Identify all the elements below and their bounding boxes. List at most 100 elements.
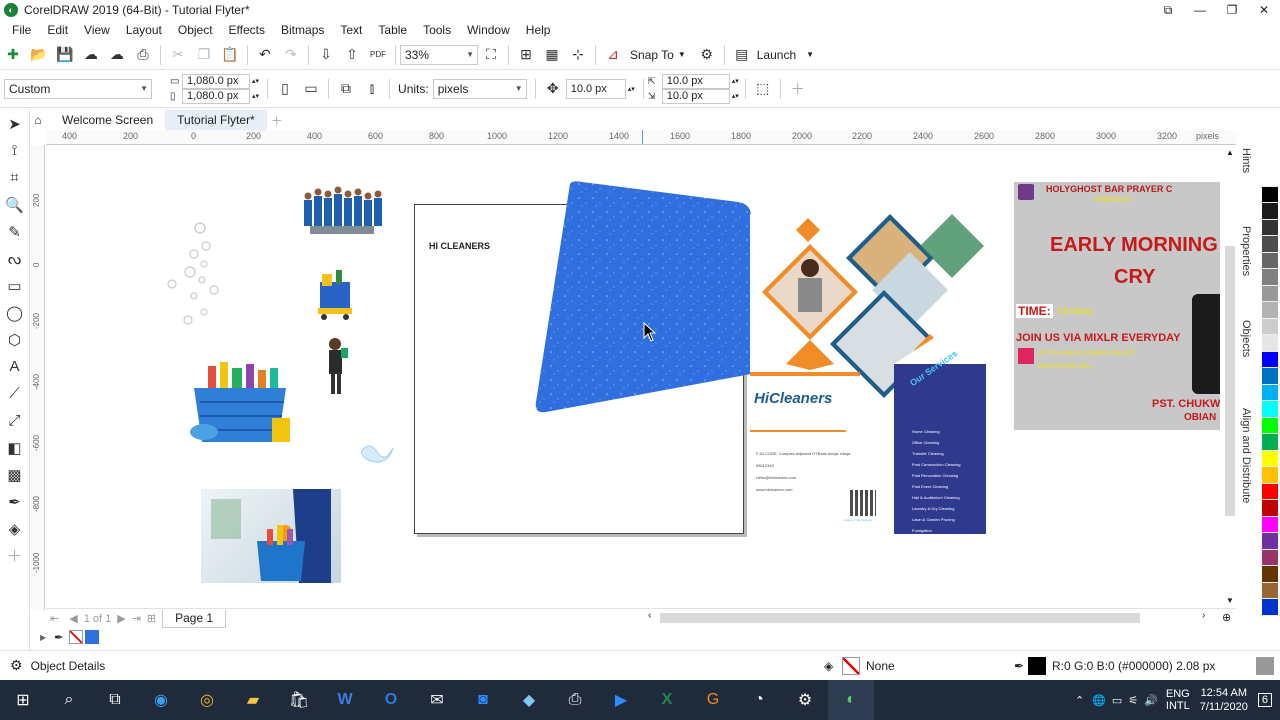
treat-as-filled-icon[interactable]: ⬚ (750, 77, 776, 101)
cleaner-with-bucket-image[interactable] (201, 489, 341, 583)
parallel-dimension-icon[interactable]: ⟋ (2, 380, 28, 407)
launch-icon[interactable]: ▤ (729, 43, 755, 67)
new-document-icon[interactable]: ✚ (0, 43, 26, 67)
last-page-icon[interactable]: ⇥ (132, 612, 141, 625)
palette-swatch[interactable] (1262, 252, 1278, 269)
current-page-icon[interactable]: ⫾ (359, 77, 385, 101)
zoom-tool-icon[interactable]: 🔍 (2, 191, 28, 218)
palette-swatch[interactable] (1262, 351, 1278, 368)
clock-time[interactable]: 12:54 AM (1201, 686, 1247, 700)
outline-color-swatch[interactable] (1028, 657, 1046, 675)
launch-button[interactable]: Launch (757, 48, 796, 62)
scroll-up-icon[interactable]: ▲ (1226, 148, 1234, 157)
snap-to-dropdown-icon[interactable]: ▼ (678, 50, 686, 59)
redo-icon[interactable]: ↷ (278, 43, 304, 67)
battery-icon[interactable]: ▭ (1112, 694, 1122, 707)
tab-welcome-screen[interactable]: Welcome Screen (50, 110, 165, 130)
minimize-button[interactable]: — (1184, 0, 1216, 20)
menu-effects[interactable]: Effects (221, 23, 273, 37)
show-guidelines-icon[interactable]: ⊹ (565, 43, 591, 67)
vertical-ruler[interactable]: 200 0 -200 -400 -600 -800 -1000 (30, 145, 45, 610)
artistic-media-icon[interactable]: ᔓ (2, 245, 28, 272)
scroll-left-icon[interactable]: ‹ (648, 610, 651, 621)
settings-app-icon[interactable]: ⚙ (782, 680, 828, 720)
water-splash-image[interactable] (359, 438, 395, 466)
pick-tool-icon[interactable]: ➤ (2, 110, 28, 137)
cleaning-woman-image[interactable] (322, 336, 350, 398)
printer-app-icon[interactable]: ⎙ (552, 680, 598, 720)
palette-swatch[interactable] (1262, 516, 1278, 533)
print-icon[interactable]: ⎙ (130, 43, 156, 67)
palette-swatch[interactable] (1262, 203, 1278, 220)
palette-swatch[interactable] (1262, 269, 1278, 286)
chrome-icon[interactable]: ◎ (184, 680, 230, 720)
tray-chevron-icon[interactable]: ⌃ (1075, 694, 1084, 707)
launch-dropdown-icon[interactable]: ▼ (806, 50, 814, 59)
file-explorer-icon[interactable]: ▰ (230, 680, 276, 720)
clock-date[interactable]: 7/11/2020 (1200, 700, 1248, 714)
horizontal-ruler[interactable]: 400 200 0 200 400 600 800 1000 1200 1400… (46, 130, 1236, 145)
palette-swatch[interactable] (1262, 285, 1278, 302)
scroll-right-icon[interactable]: › (1202, 610, 1205, 621)
next-page-icon[interactable]: ▶ (117, 612, 125, 625)
dup-x-stepper-icon[interactable]: ▴▾ (732, 77, 739, 85)
crop-tool-icon[interactable]: ⌗ (2, 164, 28, 191)
rectangle-tool-icon[interactable]: ▭ (2, 272, 28, 299)
ellipse-tool-icon[interactable]: ◯ (2, 299, 28, 326)
wps-app-icon[interactable]: G (690, 680, 736, 720)
task-view-icon[interactable]: ⧉ (92, 680, 138, 720)
options-gear-icon[interactable]: ⚙ (694, 43, 720, 67)
freehand-tool-icon[interactable]: ✎ (2, 218, 28, 245)
cloud-download-icon[interactable]: ☁ (104, 43, 130, 67)
paste-icon[interactable]: 📋 (217, 43, 243, 67)
doc-palette-arrow-icon[interactable]: ▶ (40, 633, 46, 642)
notes-app-icon[interactable]: ◆ (506, 680, 552, 720)
palette-swatch[interactable] (1262, 500, 1278, 517)
palette-swatch[interactable] (1262, 450, 1278, 467)
cleaning-basket-image[interactable] (186, 358, 294, 448)
edge-browser-icon[interactable]: ◉ (138, 680, 184, 720)
snap-to-icon[interactable]: ⊿ (600, 43, 626, 67)
show-grid-icon[interactable]: ▦ (539, 43, 565, 67)
text-tool-icon[interactable]: A (2, 353, 28, 380)
palette-swatch[interactable] (1262, 582, 1278, 599)
portrait-icon[interactable]: ▯ (272, 77, 298, 101)
cut-icon[interactable]: ✂ (165, 43, 191, 67)
menu-object[interactable]: Object (170, 23, 221, 37)
connector-tool-icon[interactable]: ⤢ (2, 407, 28, 434)
palette-swatch[interactable] (1262, 401, 1278, 418)
palette-swatch[interactable] (1262, 566, 1278, 583)
fill-none-swatch[interactable] (842, 657, 860, 675)
keyboard-language[interactable]: ENG (1166, 688, 1190, 700)
prayer-flyer[interactable]: HOLYGHOST BAR PRAYER C PRESENTS EARLY MO… (1014, 182, 1220, 430)
show-rulers-icon[interactable]: ⊞ (513, 43, 539, 67)
pdf-icon[interactable]: PDF (365, 43, 391, 67)
search-icon[interactable]: ⌕ (46, 680, 92, 720)
save-icon[interactable]: 💾 (52, 43, 78, 67)
add-tool-icon[interactable]: ＋ (2, 542, 28, 569)
page-height-input[interactable]: 1,080.0 px (182, 88, 250, 104)
object-details-label[interactable]: Object Details (31, 659, 106, 673)
export-icon[interactable]: ⇧ (339, 43, 365, 67)
docker-tab-align-distribute[interactable]: Align and Distribute (1240, 408, 1252, 503)
cleaning-team-image[interactable] (300, 182, 384, 240)
wifi-icon[interactable]: ⚟ (1128, 694, 1138, 707)
page-tab[interactable]: Page 1 (162, 609, 227, 628)
drawing-canvas[interactable]: HI CLEANERS HiCleaners Our Services Home… (46, 146, 1222, 608)
maximize-button[interactable]: ❐ (1216, 0, 1248, 20)
palette-swatch[interactable] (1262, 335, 1278, 352)
snap-to-label[interactable]: Snap To (630, 48, 674, 62)
palette-swatch[interactable] (1262, 483, 1278, 500)
menu-window[interactable]: Window (459, 23, 518, 37)
bubbles-image[interactable] (164, 216, 234, 326)
interactive-fill-icon[interactable]: ◈ (2, 515, 28, 542)
hicleaners-flyer[interactable]: HiCleaners Our Services Home Cleaning Of… (750, 214, 986, 534)
excel-icon[interactable]: X (644, 680, 690, 720)
menu-text[interactable]: Text (332, 23, 370, 37)
docker-tab-objects[interactable]: Objects (1240, 320, 1252, 357)
palette-swatch[interactable] (1262, 467, 1278, 484)
copy-icon[interactable]: ❐ (191, 43, 217, 67)
palette-swatch[interactable] (1262, 186, 1278, 203)
nudge-stepper-icon[interactable]: ▴▾ (628, 85, 635, 93)
windows-start-icon[interactable]: ⊞ (0, 680, 46, 720)
